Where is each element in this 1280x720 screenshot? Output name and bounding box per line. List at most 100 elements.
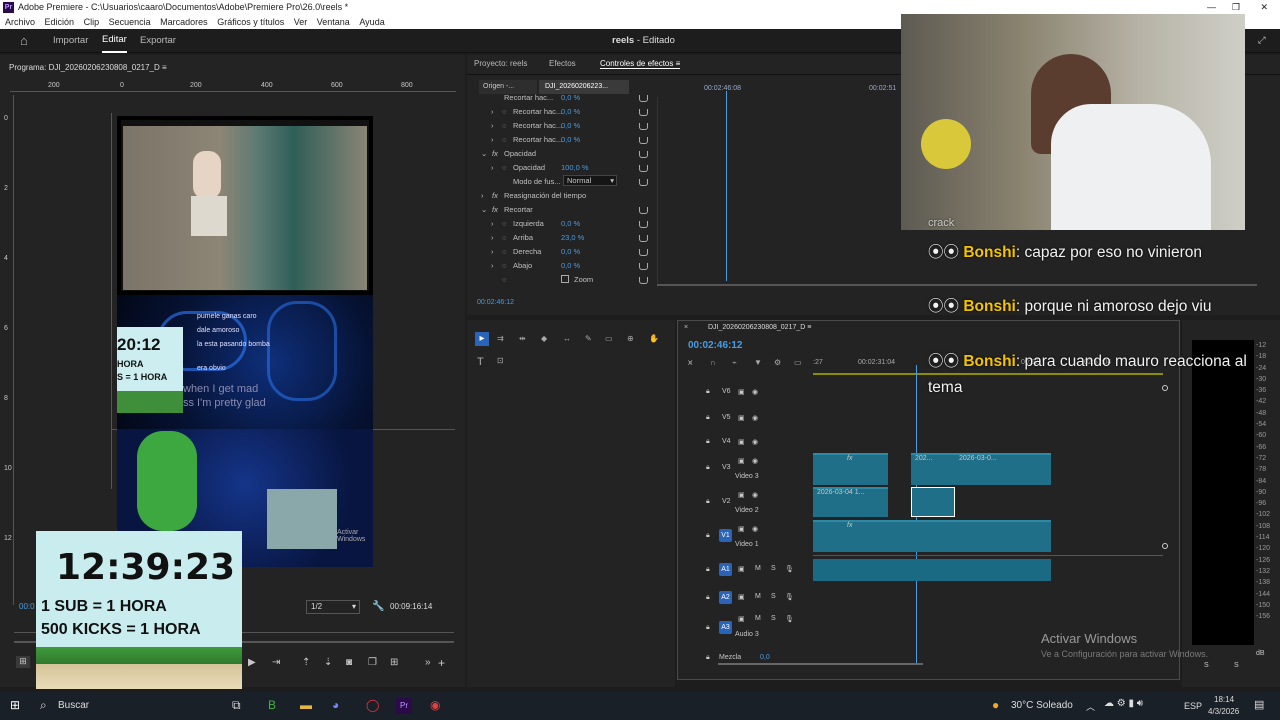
sync-icon[interactable]: ▣ <box>738 491 745 499</box>
solo-button[interactable]: S <box>771 593 776 600</box>
folder-icon[interactable]: ▬ <box>300 698 312 712</box>
ec-row-value[interactable]: 0,0 % <box>561 93 580 102</box>
mute-button[interactable]: M <box>755 593 761 600</box>
menu-secuencia[interactable]: Secuencia <box>109 17 151 27</box>
track-target-a3[interactable]: A3 <box>719 621 732 634</box>
marker-icon[interactable]: ▼ <box>754 358 762 367</box>
reset-icon[interactable] <box>639 151 648 158</box>
caption-icon[interactable]: ⊡ <box>497 356 504 365</box>
stopwatch-icon[interactable]: ◌ <box>502 247 506 256</box>
sync-icon[interactable]: ▣ <box>738 414 745 422</box>
collapse-icon[interactable]: ⌄ <box>481 149 487 158</box>
sync-icon[interactable]: ▣ <box>738 388 745 396</box>
mic-icon[interactable]: 🎙︎ <box>785 615 794 623</box>
clip-v2-selected[interactable] <box>911 487 955 517</box>
reset-icon[interactable] <box>639 179 648 186</box>
crop-row-value[interactable]: 0,0 % <box>561 219 580 228</box>
obs-icon[interactable]: ◉ <box>430 698 440 712</box>
extract-icon[interactable]: ⇣ <box>324 657 332 668</box>
clip-v1[interactable]: fx <box>813 520 1051 552</box>
minimize-icon[interactable]: — <box>1207 0 1216 15</box>
menu-clip[interactable]: Clip <box>84 17 100 27</box>
caption-track-icon[interactable]: ▭ <box>794 358 802 367</box>
insert-icon[interactable]: ⌁ <box>732 358 737 367</box>
sync-icon[interactable]: ▣ <box>738 565 745 573</box>
lock-icon[interactable]: 🔒︎ <box>706 624 710 632</box>
vscroll-handle[interactable] <box>1162 543 1168 549</box>
weather-icon[interactable]: ● <box>992 698 999 712</box>
expand-icon[interactable]: › <box>491 121 494 130</box>
tab-proyecto[interactable]: Proyecto: reels <box>474 59 527 68</box>
home-icon[interactable]: ⌂ <box>20 29 28 53</box>
clock-time[interactable]: 18:14 <box>1214 695 1234 704</box>
language-indicator[interactable]: ESP <box>1184 701 1202 711</box>
mix-lock-icon[interactable]: 🔒︎ <box>706 654 710 662</box>
ec-row-value[interactable]: 0,0 % <box>561 107 580 116</box>
lock-icon[interactable]: 🔒︎ <box>706 388 710 396</box>
crop-row-value[interactable]: 0,0 % <box>561 261 580 270</box>
menu-marcadores[interactable]: Marcadores <box>160 17 208 27</box>
expand-icon[interactable]: › <box>491 261 494 270</box>
stopwatch-icon[interactable]: ◌ <box>502 275 506 284</box>
stopwatch-icon[interactable]: ◌ <box>502 219 506 228</box>
zoom-select[interactable]: 1/2 ▾ <box>306 600 360 614</box>
reset-icon[interactable] <box>639 137 648 144</box>
sync-icon[interactable]: ▣ <box>738 615 745 623</box>
opacity-section[interactable]: Opacidad <box>504 149 536 158</box>
opera-icon[interactable]: ◯ <box>366 698 379 712</box>
panel-menu-icon[interactable]: ≡ <box>162 63 167 72</box>
step-forward-icon[interactable]: ⇥ <box>272 657 280 668</box>
ec-row-value[interactable]: 0,0 % <box>561 121 580 130</box>
track-target-v1[interactable]: V1 <box>719 529 732 542</box>
expand-icon[interactable]: › <box>491 163 494 172</box>
lift-icon[interactable]: ⇡ <box>302 657 310 668</box>
eye-icon[interactable]: ◉ <box>752 438 758 446</box>
selection-tool-icon[interactable]: ▸ <box>475 332 489 346</box>
eye-icon[interactable]: ◉ <box>752 491 758 499</box>
camera-icon[interactable]: ◙ <box>346 657 352 668</box>
solo-button[interactable]: S <box>771 565 776 572</box>
reset-icon[interactable] <box>639 95 648 102</box>
expand-icon[interactable]: › <box>491 233 494 242</box>
reset-icon[interactable] <box>639 109 648 116</box>
compare-icon[interactable]: ❐ <box>368 657 377 668</box>
rectangle-icon[interactable]: ▭ <box>605 334 613 343</box>
linked-icon[interactable]: ∩ <box>710 358 716 367</box>
discord-icon[interactable]: ◕ <box>332 698 339 712</box>
expand-icon[interactable]: › <box>491 107 494 116</box>
eye-icon[interactable]: ◉ <box>752 388 758 396</box>
meter-solo[interactable]: S <box>1204 662 1209 669</box>
timeline-hscroll[interactable] <box>718 663 923 665</box>
expand-icon[interactable]: › <box>481 191 484 200</box>
more-icon[interactable]: » <box>425 657 431 668</box>
ec-row-value[interactable]: 0,0 % <box>561 135 580 144</box>
solo-button[interactable]: S <box>771 615 776 622</box>
mic-icon[interactable]: 🎙︎ <box>785 565 794 573</box>
close-icon[interactable]: ✕ <box>1260 0 1268 15</box>
source-tab[interactable]: Origen -... <box>479 80 537 94</box>
tab-editar[interactable]: Editar <box>102 29 127 53</box>
snap-icon[interactable]: ⩙ <box>688 358 693 368</box>
panel-menu-icon[interactable]: ≡ <box>807 324 811 331</box>
menu-edicion[interactable]: Edición <box>45 17 75 27</box>
program-timecode[interactable]: 00:0 <box>19 602 35 611</box>
tab-efectos[interactable]: Efectos <box>549 59 576 68</box>
eye-icon[interactable]: ◉ <box>752 414 758 422</box>
timeline-timecode[interactable]: 00:02:46:12 <box>688 340 742 351</box>
reset-icon[interactable] <box>639 277 648 284</box>
tab-controles[interactable]: Controles de efectos ≡ <box>600 59 681 69</box>
premiere-taskbar-icon[interactable]: Pr <box>396 698 412 714</box>
search-icon[interactable]: ⌕ <box>40 698 47 713</box>
wrench-icon[interactable]: ⚙ <box>774 358 781 367</box>
reset-icon[interactable] <box>639 235 648 242</box>
time-remap-section[interactable]: Reasignación del tiempo <box>504 191 586 200</box>
razor-icon[interactable]: ◆ <box>541 334 547 343</box>
reset-icon[interactable] <box>639 263 648 270</box>
track-target-a2[interactable]: A2 <box>719 591 732 604</box>
blend-mode-select[interactable]: Normal ▾ <box>563 175 617 186</box>
crop-row-value[interactable]: 23,0 % <box>561 233 584 242</box>
clip-v3[interactable]: fx <box>813 453 888 485</box>
chevron-up-icon[interactable]: ︿ <box>1086 700 1095 713</box>
slip-icon[interactable]: ↔ <box>563 334 571 343</box>
opacity-value[interactable]: 100,0 % <box>561 163 589 172</box>
